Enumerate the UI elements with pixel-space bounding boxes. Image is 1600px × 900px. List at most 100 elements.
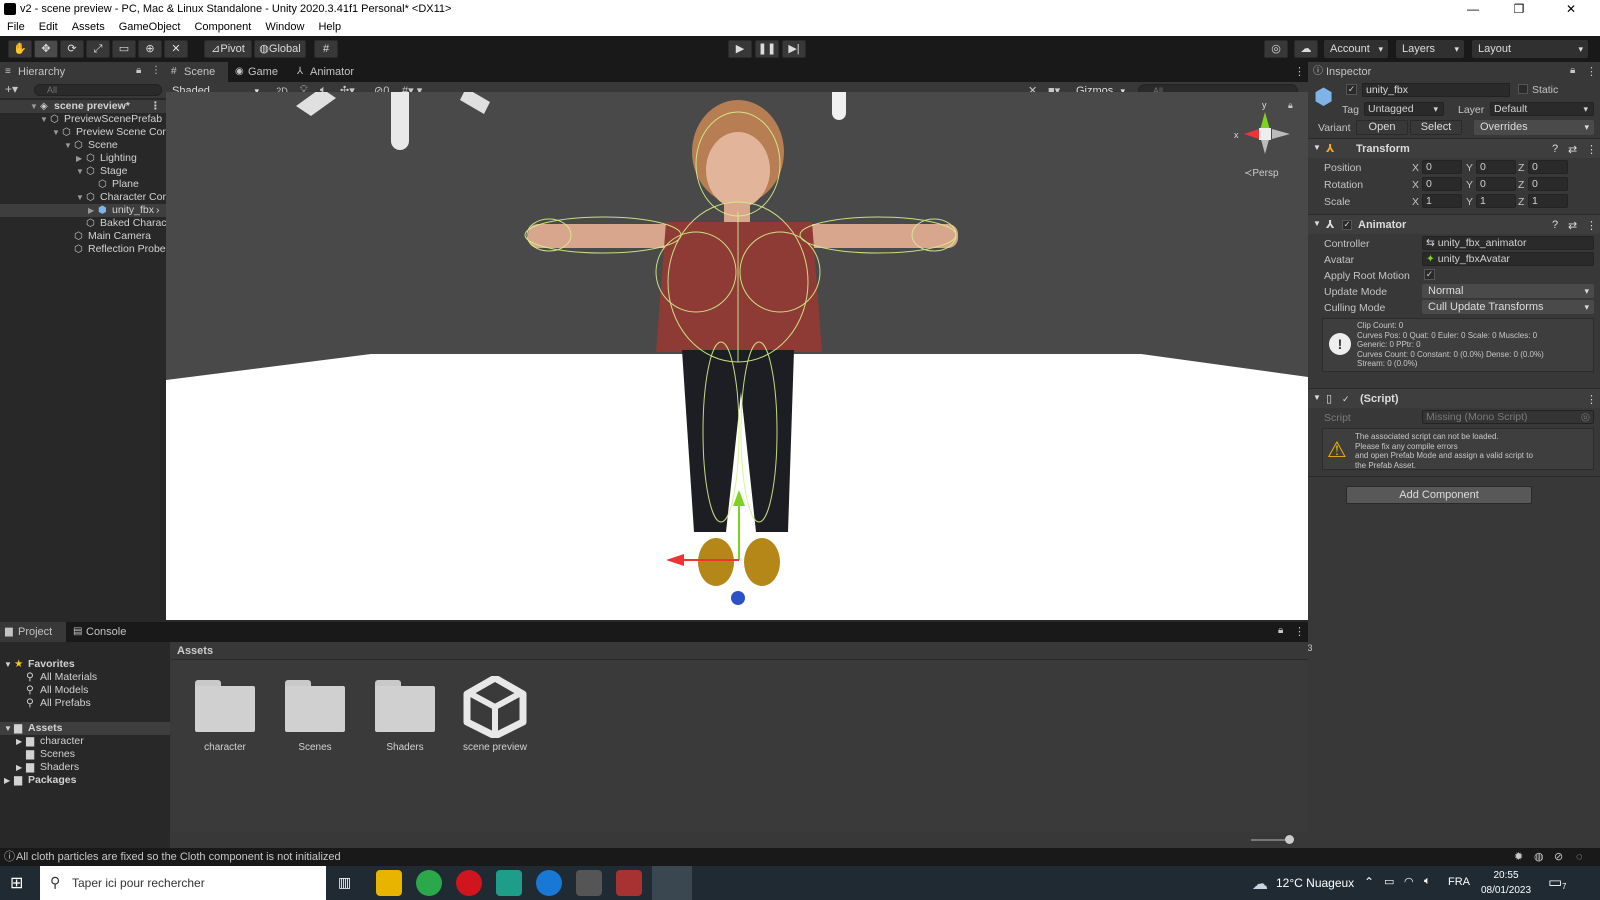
kebab-menu-icon[interactable]: ⋮: [1586, 65, 1597, 78]
fold-arrow-icon[interactable]: ▶: [16, 761, 22, 774]
help-icon[interactable]: ?: [1552, 143, 1558, 155]
menu-gameobject[interactable]: GameObject: [112, 18, 188, 36]
clock[interactable]: 20:55 08/01/2023: [1474, 868, 1538, 898]
add-component-button[interactable]: Add Component: [1346, 486, 1532, 504]
kebab-menu-icon[interactable]: ⋮: [151, 65, 161, 76]
layer-dropdown[interactable]: Default: [1490, 102, 1594, 116]
root-motion-checkbox[interactable]: ✓: [1424, 269, 1435, 280]
active-checkbox[interactable]: ✓: [1346, 84, 1357, 95]
fold-arrow-icon[interactable]: ▼: [1313, 219, 1321, 228]
wifi-icon[interactable]: ◠: [1404, 875, 1414, 888]
hierarchy-item-reflection-probe[interactable]: ⬡ Reflection Probe: [0, 243, 166, 256]
hierarchy-item-preview-scene[interactable]: ▼ ⬡ Preview Scene Cor: [0, 126, 166, 139]
tab-project[interactable]: ▆ Project: [0, 622, 66, 642]
opera-icon[interactable]: [456, 870, 482, 896]
progress-icon[interactable]: ◌: [1576, 848, 1583, 866]
asset-folder-character[interactable]: character: [185, 680, 265, 753]
hierarchy-item-scene-preview[interactable]: ▼ ◈ scene preview* ⋮: [0, 100, 166, 113]
kebab-menu-icon[interactable]: ⋮: [1586, 219, 1597, 232]
scale-y-field[interactable]: 1: [1476, 194, 1516, 208]
hierarchy-item-unity-fbx[interactable]: ▶ ⬢ unity_fbx ›: [0, 204, 166, 217]
position-x-field[interactable]: 0: [1422, 160, 1462, 174]
fold-arrow-icon[interactable]: ▼: [4, 658, 12, 671]
cache-server-icon[interactable]: ◍: [1534, 848, 1544, 866]
account-dropdown[interactable]: Account: [1324, 40, 1388, 58]
volume-icon[interactable]: 🔈︎: [1424, 875, 1431, 888]
tab-console[interactable]: ▤ Console: [68, 622, 134, 642]
preset-icon[interactable]: ⇄: [1568, 219, 1577, 232]
m-app-icon[interactable]: [496, 870, 522, 896]
lock-icon[interactable]: 🔒︎: [1570, 65, 1575, 76]
rotation-x-field[interactable]: 0: [1422, 177, 1462, 191]
chrome-icon[interactable]: [416, 870, 442, 896]
tab-scene[interactable]: # Scene: [166, 62, 228, 82]
avatar-field[interactable]: ✦ unity_fbxAvatar: [1422, 252, 1594, 266]
menu-component[interactable]: Component: [187, 18, 258, 36]
scene-viewport[interactable]: y x ≺Persp 🔒︎: [166, 92, 1308, 620]
pivot-toggle[interactable]: ⊿Pivot: [204, 40, 252, 58]
tab-inspector[interactable]: ⓘ Inspector: [1308, 62, 1600, 82]
taskbar-search[interactable]: ⚲ Taper ici pour rechercher: [40, 866, 326, 900]
weather-text[interactable]: 12°C Nuageux: [1276, 876, 1354, 890]
tab-game[interactable]: ◉ Game: [230, 62, 290, 82]
winrar-icon[interactable]: [616, 870, 642, 896]
add-icon[interactable]: +▾: [5, 82, 18, 96]
preset-icon[interactable]: ⇄: [1568, 143, 1577, 156]
scale-x-field[interactable]: 1: [1422, 194, 1462, 208]
hierarchy-item-plane[interactable]: ⬡ Plane: [0, 178, 166, 191]
fold-arrow-icon[interactable]: ▼: [52, 126, 60, 139]
collab-icon[interactable]: ◎: [1264, 40, 1288, 58]
overrides-dropdown[interactable]: Overrides: [1474, 120, 1594, 135]
zoom-slider-handle[interactable]: [1285, 835, 1294, 844]
hierarchy-item-stage[interactable]: ▼ ⬡ Stage: [0, 165, 166, 178]
rotation-y-field[interactable]: 0: [1476, 177, 1516, 191]
language-indicator[interactable]: FRA: [1448, 876, 1470, 888]
tag-dropdown[interactable]: Untagged: [1364, 102, 1444, 116]
minimize-button[interactable]: —: [1450, 0, 1496, 18]
culling-mode-dropdown[interactable]: Cull Update Transforms: [1422, 300, 1594, 314]
kebab-menu-icon[interactable]: ⋮: [150, 100, 161, 113]
lock-icon[interactable]: 🔒︎: [136, 65, 141, 76]
unity-editor-icon[interactable]: [652, 866, 692, 900]
kebab-menu-icon[interactable]: ⋮: [1294, 625, 1305, 638]
cloud-icon[interactable]: ☁: [1294, 40, 1318, 58]
fold-arrow-icon[interactable]: ▼: [30, 100, 38, 113]
hierarchy-search-input[interactable]: [34, 84, 162, 96]
battery-icon[interactable]: ▭: [1384, 875, 1394, 888]
hierarchy-item-scene[interactable]: ▼ ⬡ Scene: [0, 139, 166, 152]
script-header[interactable]: ▼ ▯ ✓ (Script) ⋮: [1308, 388, 1600, 408]
bug-icon[interactable]: ✹: [1514, 848, 1523, 866]
hierarchy-item-main-camera[interactable]: ⬡ Main Camera: [0, 230, 166, 243]
file-explorer-icon[interactable]: [376, 870, 402, 896]
rotation-z-field[interactable]: 0: [1528, 177, 1568, 191]
controller-field[interactable]: ⇆ unity_fbx_animator: [1422, 236, 1594, 250]
transform-tool-icon[interactable]: ⊕: [138, 40, 162, 58]
asset-scene-preview[interactable]: scene preview: [455, 676, 535, 753]
hierarchy-item-character[interactable]: ▼ ⬡ Character Cor: [0, 191, 166, 204]
rect-tool-icon[interactable]: ▭: [112, 40, 136, 58]
update-mode-dropdown[interactable]: Normal: [1422, 284, 1594, 298]
help-icon[interactable]: ?: [1552, 219, 1558, 231]
lock-icon[interactable]: 🔒︎: [1288, 100, 1293, 111]
animator-header[interactable]: ▼ ⅄ ✓ Animator ? ⇄ ⋮: [1308, 214, 1600, 234]
object-name-input[interactable]: [1362, 83, 1510, 97]
script-enabled-checkbox[interactable]: ✓: [1342, 394, 1350, 405]
kebab-menu-icon[interactable]: ⋮: [1294, 65, 1305, 78]
fold-arrow-icon[interactable]: ▼: [76, 165, 84, 178]
close-button[interactable]: ✕: [1548, 0, 1594, 18]
windows-start-icon[interactable]: ⊞: [10, 873, 23, 893]
lock-icon[interactable]: 🔒︎: [1278, 625, 1283, 636]
grid-snap-icon[interactable]: #: [314, 40, 338, 58]
kebab-menu-icon[interactable]: ⋮: [1586, 143, 1597, 156]
fold-arrow-icon[interactable]: ▼: [40, 113, 48, 126]
layout-dropdown[interactable]: Layout: [1472, 40, 1588, 58]
fold-arrow-icon[interactable]: ▶: [16, 735, 22, 748]
orientation-gizmo[interactable]: y x: [1234, 100, 1290, 154]
position-y-field[interactable]: 0: [1476, 160, 1516, 174]
hierarchy-item-previewsceneprefab[interactable]: ▼ ⬡ PreviewScenePrefab: [0, 113, 166, 126]
fold-arrow-icon[interactable]: ▼: [64, 139, 72, 152]
open-prefab-button[interactable]: Open: [1356, 120, 1408, 135]
chevron-right-icon[interactable]: ›: [156, 204, 160, 217]
unity-hub-icon[interactable]: [576, 870, 602, 896]
asset-folder-scenes[interactable]: Scenes: [275, 680, 355, 753]
